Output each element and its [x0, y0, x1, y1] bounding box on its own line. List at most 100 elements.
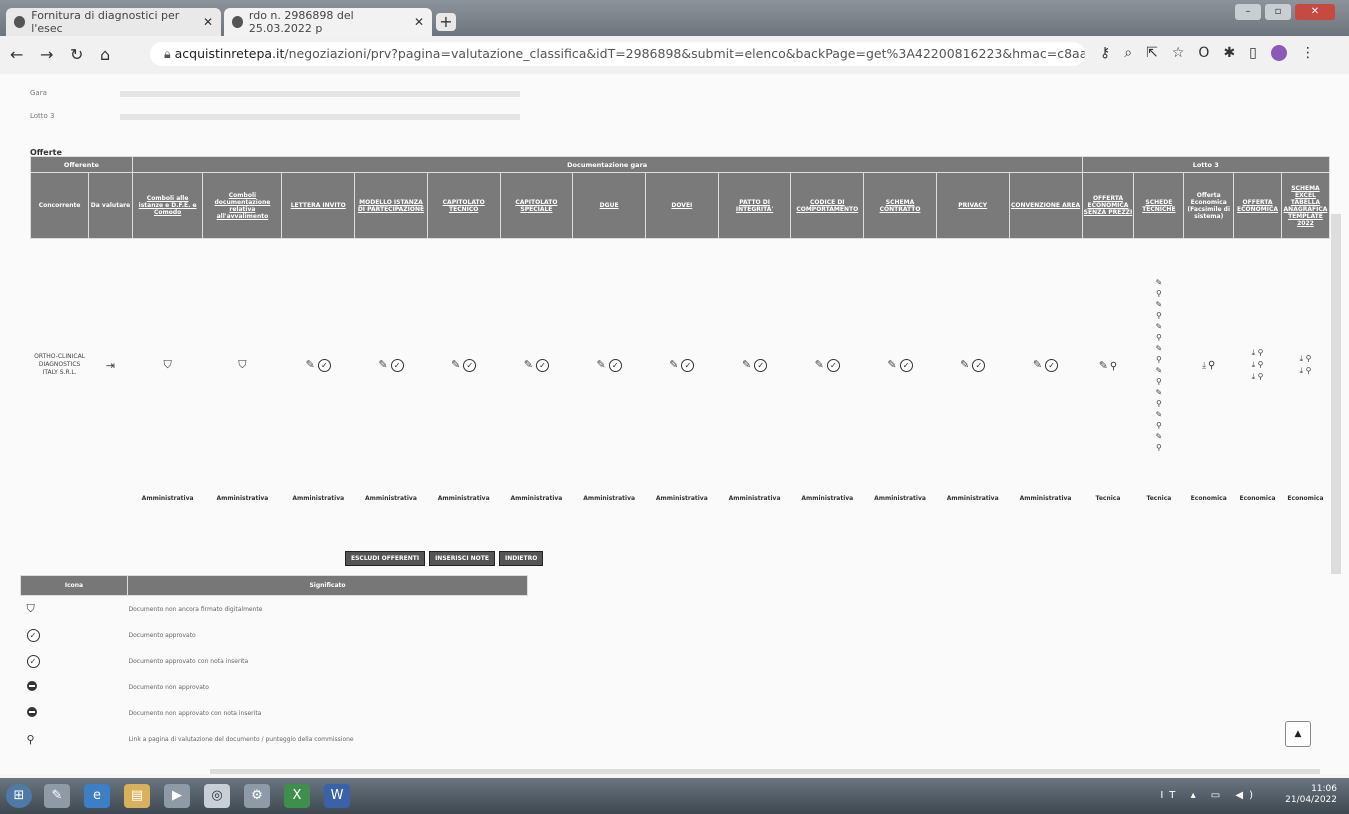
download-magnifier-icons[interactable]: ⤓ ⚲ — [1299, 366, 1311, 376]
magnifier-icon[interactable]: ⚲ — [1156, 333, 1162, 342]
shield-icon[interactable]: ⛉ — [238, 358, 246, 371]
check-icon[interactable]: ✓ — [536, 359, 550, 372]
pencil-icon[interactable]: ✎ — [887, 358, 896, 371]
check-icon[interactable]: ✓ — [608, 359, 622, 372]
col-header-link[interactable]: SCHEDE TECNICHE — [1133, 172, 1185, 239]
pencil-icon[interactable]: ✎ — [1156, 322, 1163, 331]
col-header-link[interactable]: DOVEI — [644, 172, 719, 239]
zoom-icon[interactable]: ⌕ — [1124, 45, 1132, 61]
pencil-icon[interactable]: ✎ — [742, 358, 751, 371]
internet-explorer-icon[interactable]: e — [84, 784, 110, 808]
escludi-offerenti-button[interactable]: ESCLUDI OFFERENTI — [345, 551, 426, 566]
app-icon[interactable]: ✎ — [44, 784, 70, 808]
word-icon[interactable]: W — [324, 784, 350, 808]
back-icon[interactable]: ← — [10, 45, 23, 64]
download-magnifier-icons[interactable]: ⤓ ⚲ — [1252, 348, 1264, 358]
col-header-link[interactable]: PRIVACY — [935, 172, 1010, 239]
col-header-link[interactable]: DGUE — [572, 172, 646, 239]
profile-avatar[interactable] — [1270, 45, 1287, 61]
col-header-link[interactable]: CAPITOLATO TECNICO — [426, 172, 501, 239]
star-icon[interactable]: ☆ — [1172, 45, 1185, 61]
col-header-link[interactable]: CODICE DI COMPORTAMENTO — [790, 172, 865, 239]
pencil-icon[interactable]: ✎ — [378, 358, 387, 371]
check-icon[interactable]: ✓ — [826, 359, 840, 372]
excel-icon[interactable]: X — [284, 784, 310, 808]
sidebar-icon[interactable]: ▯ — [1249, 45, 1257, 61]
check-icon[interactable]: ✓ — [681, 359, 695, 372]
col-header-link[interactable]: OFFERTA ECONOMICA SENZA PREZZI — [1081, 172, 1135, 239]
download-magnifier-icons[interactable]: ⤓ ⚲ — [1299, 354, 1311, 364]
check-icon[interactable]: ✓ — [972, 359, 986, 372]
pencil-icon[interactable]: ✎ — [1099, 359, 1108, 372]
opera-icon[interactable]: O — [1198, 45, 1209, 61]
download-magnifier-icons[interactable]: ⤓ ⚲ — [1252, 360, 1264, 370]
scroll-to-top-button[interactable]: ▲ — [1285, 721, 1311, 747]
col-header-link[interactable]: OFFERTA ECONOMICA — [1233, 172, 1282, 239]
pencil-icon[interactable]: ✎ — [451, 358, 460, 371]
pencil-icon[interactable]: ✎ — [815, 358, 824, 371]
col-header-link[interactable]: CAPITOLATO SPECIALE — [499, 172, 574, 239]
pencil-icon[interactable]: ✎ — [306, 358, 315, 371]
pencil-icon[interactable]: ✎ — [1156, 388, 1163, 397]
browser-tab-active[interactable]: rdo n. 2986898 del 25.03.2022 p ✕ — [224, 8, 432, 36]
clock[interactable]: 11:06 21/04/2022 — [1285, 784, 1337, 806]
horizontal-scrollbar[interactable] — [210, 769, 1320, 774]
tray-icons[interactable]: IT ▴ ▭ ◀) — [1160, 790, 1259, 801]
forward-icon[interactable]: → — [40, 45, 53, 64]
sign-in-icon[interactable]: ⇥ — [106, 359, 115, 372]
shield-icon[interactable]: ⛉ — [163, 358, 171, 371]
close-window-button[interactable]: ✕ — [1295, 4, 1335, 20]
col-header-link[interactable]: Comboli alle istanze e D.F.E. e Comodo — [131, 172, 204, 239]
pencil-icon[interactable]: ✎ — [1156, 344, 1163, 353]
start-button[interactable]: ⊞ — [6, 784, 32, 808]
check-icon[interactable]: ✓ — [390, 359, 404, 372]
download-icon[interactable]: ⤓ — [1202, 361, 1206, 371]
close-tab-icon[interactable]: ✕ — [203, 15, 213, 29]
reload-icon[interactable]: ↻ — [70, 45, 83, 64]
col-header-link[interactable]: CONVENZIONE AREA — [1008, 172, 1083, 239]
col-header-link[interactable]: LETTERA INVITO — [281, 172, 356, 239]
minimize-button[interactable]: – — [1235, 4, 1261, 20]
magnifier-icon[interactable]: ⚲ — [1156, 399, 1162, 408]
col-header-link[interactable]: PATTO DI INTEGRITA' — [717, 172, 792, 239]
app-icon[interactable]: ⚙ — [244, 784, 270, 808]
check-icon[interactable]: ✓ — [463, 359, 477, 372]
check-icon[interactable]: ✓ — [317, 359, 331, 372]
vertical-scrollbar[interactable] — [1331, 214, 1341, 574]
folder-icon[interactable]: ▤ — [124, 784, 150, 808]
col-header-link[interactable]: Comboli documentazione relativa all'avva… — [202, 172, 283, 239]
check-icon[interactable]: ✓ — [899, 359, 913, 372]
pencil-icon[interactable]: ✎ — [1156, 278, 1163, 287]
chrome-icon[interactable]: ◎ — [204, 784, 230, 808]
pencil-icon[interactable]: ✎ — [960, 358, 969, 371]
magnifier-icon[interactable]: ⚲ — [1156, 377, 1162, 386]
home-icon[interactable]: ⌂ — [100, 45, 110, 64]
address-bar[interactable]: 🔒︎ acquistinretepa.it/negoziazioni/prv?p… — [150, 42, 1085, 66]
media-player-icon[interactable]: ▶ — [164, 784, 190, 808]
magnifier-icon[interactable]: ⚲ — [1156, 289, 1162, 298]
inserisci-note-button[interactable]: INSERISCI NOTE — [429, 551, 495, 566]
magnifier-icon[interactable]: ⚲ — [1156, 311, 1162, 320]
pencil-icon[interactable]: ✎ — [669, 358, 678, 371]
pencil-icon[interactable]: ✎ — [1156, 432, 1163, 441]
pencil-icon[interactable]: ✎ — [1033, 358, 1042, 371]
check-icon[interactable]: ✓ — [754, 359, 768, 372]
pencil-icon[interactable]: ✎ — [1156, 300, 1163, 309]
pencil-icon[interactable]: ✎ — [597, 358, 606, 371]
close-tab-icon[interactable]: ✕ — [414, 15, 424, 29]
menu-icon[interactable]: ⋮ — [1301, 45, 1315, 61]
magnifier-icon[interactable]: ⚲ — [1110, 361, 1117, 372]
magnifier-icon[interactable]: ⚲ — [1156, 355, 1162, 364]
pencil-icon[interactable]: ✎ — [524, 358, 533, 371]
pencil-icon[interactable]: ✎ — [1156, 410, 1163, 419]
magnifier-icon[interactable]: ⚲ — [1156, 421, 1162, 430]
indietro-button[interactable]: INDIETRO — [498, 551, 544, 566]
download-magnifier-icons[interactable]: ⤓ ⚲ — [1252, 372, 1264, 382]
pencil-icon[interactable]: ✎ — [1156, 366, 1163, 375]
maximize-button[interactable]: ▫ — [1265, 4, 1291, 20]
magnifier-icon[interactable]: ⚲ — [1156, 443, 1162, 452]
key-icon[interactable]: ⚷ — [1100, 45, 1110, 61]
share-icon[interactable]: ⇱ — [1146, 45, 1158, 61]
col-header-link[interactable]: SCHEMA CONTRATTO — [863, 172, 937, 239]
new-tab-button[interactable]: + — [436, 13, 456, 31]
